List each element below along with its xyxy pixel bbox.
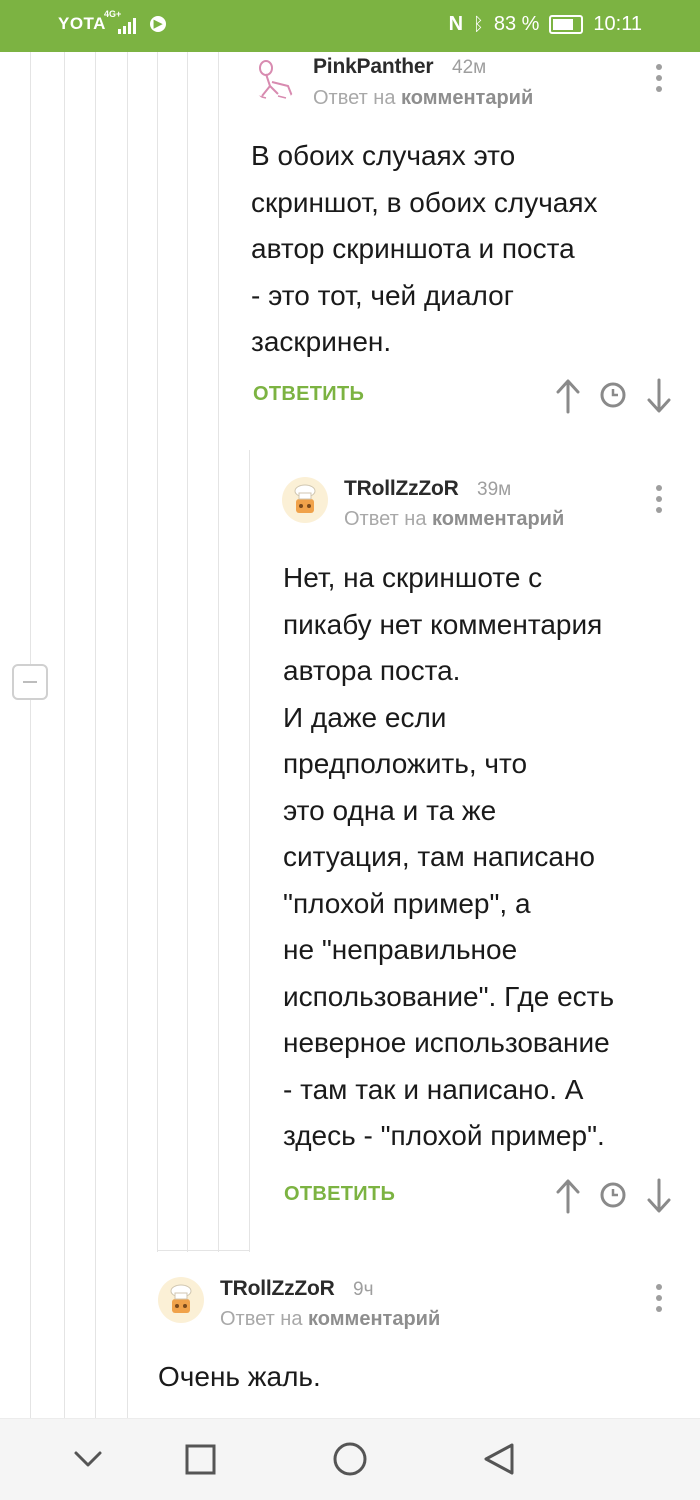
system-navigation-bar: [0, 1418, 700, 1500]
reply-to-line: Ответ на комментарий: [313, 87, 533, 110]
chef-avatar-icon: [294, 484, 316, 513]
recents-square-icon[interactable]: [160, 1419, 240, 1500]
comment-author[interactable]: TRollZzZoR: [344, 477, 459, 501]
clock-time: 10:11: [593, 13, 642, 35]
more-vertical-icon[interactable]: [656, 485, 662, 518]
thread-line: [157, 1250, 250, 1251]
more-vertical-icon[interactable]: [656, 64, 662, 97]
reply-target-link[interactable]: комментарий: [432, 508, 564, 530]
clock-icon[interactable]: [599, 1181, 627, 1209]
battery-percent: 83 %: [493, 13, 540, 35]
avatar[interactable]: [252, 56, 298, 102]
battery-icon: [549, 15, 584, 34]
status-bar: YOTA 4G+ ▶ N ᛒ 83 % 10:11: [0, 0, 700, 52]
thread-line: [187, 52, 188, 1252]
carrier-label: YOTA: [58, 14, 106, 33]
thread-line: [64, 52, 65, 1418]
reply-button[interactable]: ОТВЕТИТЬ: [284, 1183, 395, 1206]
vpn-icon: ▶: [150, 16, 166, 32]
thread-line: [30, 52, 31, 1418]
comment-time: 42м: [452, 57, 487, 78]
comment-text: В обоих случаях это скриншот, в обоих сл…: [251, 140, 598, 357]
thread-line: [218, 52, 219, 1252]
thread-line: [157, 52, 158, 1252]
clock-icon[interactable]: [599, 381, 627, 409]
collapse-thread-button[interactable]: [12, 664, 48, 700]
thread-line: [127, 52, 128, 1418]
comment-text: Очень жаль.: [158, 1361, 321, 1392]
reply-button[interactable]: ОТВЕТИТЬ: [253, 383, 364, 406]
bluetooth-icon: ᛒ: [473, 14, 484, 34]
reply-target-link[interactable]: комментарий: [308, 1308, 440, 1330]
reply-prefix: Ответ на: [344, 508, 427, 530]
thread-line: [95, 52, 96, 1418]
comment-text: Нет, на скриншоте с пикабу нет комментар…: [283, 562, 615, 1151]
arrow-up-icon[interactable]: [555, 378, 581, 414]
signal-icon: [118, 16, 136, 34]
avatar[interactable]: [282, 477, 328, 523]
comment-time: 39м: [477, 479, 512, 500]
comment-author[interactable]: TRollZzZoR: [220, 1277, 335, 1301]
reply-to-line: Ответ на комментарий: [344, 508, 564, 531]
chef-avatar-icon: [170, 1284, 192, 1313]
home-circle-icon[interactable]: [310, 1419, 390, 1500]
reply-target-link[interactable]: комментарий: [401, 87, 533, 109]
thread-line: [249, 450, 250, 1252]
arrow-down-icon[interactable]: [646, 1178, 672, 1214]
back-triangle-icon[interactable]: [458, 1419, 538, 1500]
arrow-down-icon[interactable]: [646, 378, 672, 414]
reply-prefix: Ответ на: [313, 87, 396, 109]
arrow-up-icon[interactable]: [555, 1178, 581, 1214]
comment-author[interactable]: PinkPanther: [313, 55, 434, 79]
more-vertical-icon[interactable]: [656, 1284, 662, 1317]
reply-to-line: Ответ на комментарий: [220, 1308, 440, 1331]
reply-prefix: Ответ на: [220, 1308, 303, 1330]
nfc-icon: N: [448, 13, 464, 35]
pink-panther-avatar-icon: [257, 60, 293, 99]
chevron-down-icon[interactable]: [48, 1419, 128, 1500]
comment-time: 9ч: [353, 1279, 374, 1300]
avatar[interactable]: [158, 1277, 204, 1323]
